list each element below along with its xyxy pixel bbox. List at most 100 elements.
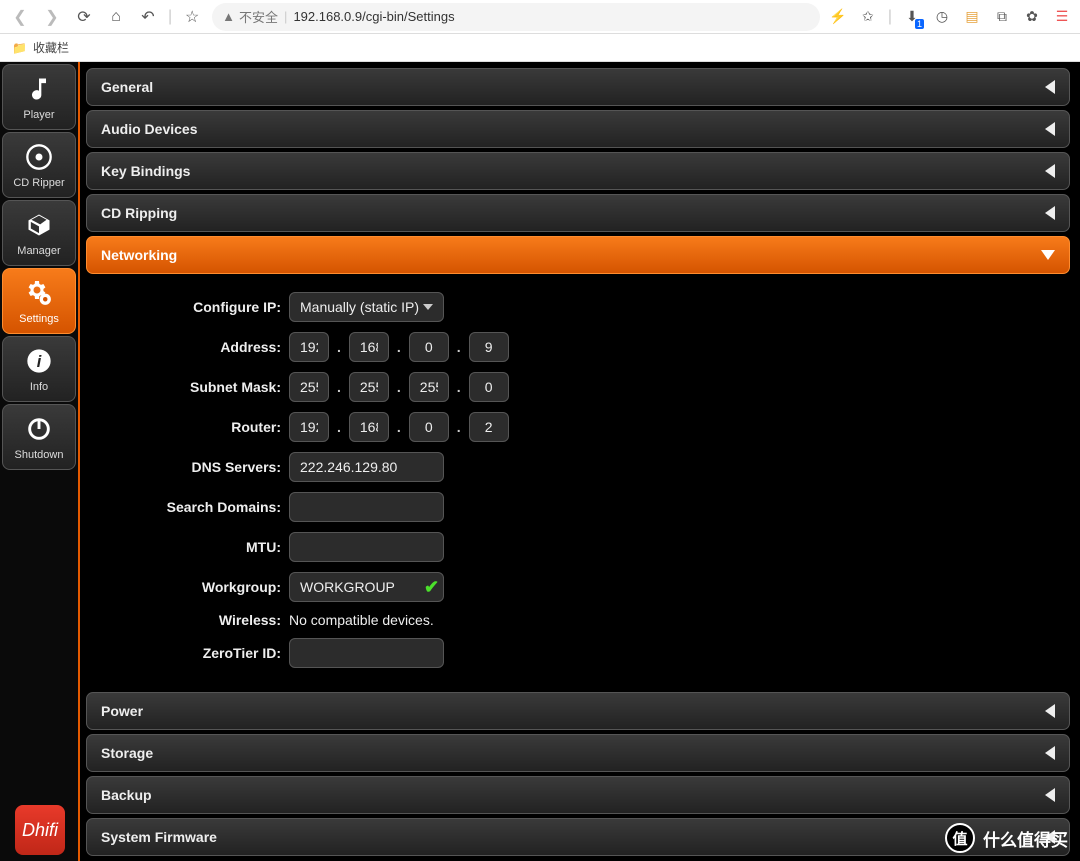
download-icon[interactable]: ⬇1 <box>902 7 922 27</box>
rail-shutdown[interactable]: Shutdown <box>2 404 76 470</box>
address-oct-1[interactable] <box>289 332 329 362</box>
box-icon <box>23 209 55 241</box>
extensions-icon[interactable]: ✿ <box>1022 7 1042 27</box>
undo-nav-button[interactable]: ↶ <box>136 5 160 29</box>
check-icon: ✔ <box>424 577 439 598</box>
reload-button[interactable]: ⟳ <box>72 5 96 29</box>
section-title: Storage <box>101 745 153 761</box>
gear-icon <box>23 277 55 309</box>
section-cd-ripping[interactable]: CD Ripping <box>86 194 1070 232</box>
chevron-down-icon <box>423 304 433 310</box>
rail-manager[interactable]: Manager <box>2 200 76 266</box>
rail-label: CD Ripper <box>13 177 64 189</box>
address-oct-3[interactable] <box>409 332 449 362</box>
section-networking[interactable]: Networking <box>86 236 1070 274</box>
dot-sep: . <box>457 379 461 395</box>
workgroup-label: Workgroup: <box>86 579 281 595</box>
dot-sep: . <box>457 419 461 435</box>
zerotier-label: ZeroTier ID: <box>86 645 281 661</box>
home-button[interactable]: ⌂ <box>104 5 128 29</box>
router-label: Router: <box>86 419 281 435</box>
dot-sep: . <box>337 419 341 435</box>
rail-label: Player <box>23 109 54 121</box>
mtu-label: MTU: <box>86 539 281 555</box>
screenshot-icon[interactable]: ⧉ <box>992 7 1012 27</box>
disc-icon <box>23 141 55 173</box>
rail-info[interactable]: i Info <box>2 336 76 402</box>
section-title: General <box>101 79 153 95</box>
section-system-firmware[interactable]: System Firmware <box>86 818 1070 856</box>
info-icon: i <box>23 345 55 377</box>
search-domains-label: Search Domains: <box>86 499 281 515</box>
subnet-label: Subnet Mask: <box>86 379 281 395</box>
section-title: System Firmware <box>101 829 217 845</box>
bookmarks-bar: 📁 收藏栏 <box>0 34 1080 62</box>
section-storage[interactable]: Storage <box>86 734 1070 772</box>
note-icon[interactable]: ▤ <box>962 7 982 27</box>
subnet-oct-2[interactable] <box>349 372 389 402</box>
section-power[interactable]: Power <box>86 692 1070 730</box>
rail-cd-ripper[interactable]: CD Ripper <box>2 132 76 198</box>
dot-sep: . <box>397 419 401 435</box>
dns-label: DNS Servers: <box>86 459 281 475</box>
favorite-add-icon[interactable]: ✩ <box>858 7 878 27</box>
section-audio-devices[interactable]: Audio Devices <box>86 110 1070 148</box>
subnet-oct-1[interactable] <box>289 372 329 402</box>
rail-label: Shutdown <box>15 449 64 461</box>
configure-ip-label: Configure IP: <box>86 299 281 315</box>
workgroup-input[interactable] <box>289 572 444 602</box>
menu-icon[interactable]: ☰ <box>1052 7 1072 27</box>
collapse-icon <box>1045 164 1055 178</box>
rail-settings[interactable]: Settings <box>2 268 76 334</box>
collapse-icon <box>1045 704 1055 718</box>
mtu-input[interactable] <box>289 532 444 562</box>
address-bar[interactable]: ▲不安全 | 192.168.0.9/cgi-bin/Settings <box>212 3 820 31</box>
watermark: 值 什么值得买 <box>945 823 1068 853</box>
history-icon[interactable]: ◷ <box>932 7 952 27</box>
address-label: Address: <box>86 339 281 355</box>
bookmarks-folder[interactable]: 收藏栏 <box>33 39 69 56</box>
download-count-badge: 1 <box>915 19 924 29</box>
section-general[interactable]: General <box>86 68 1070 106</box>
select-value: Manually (static IP) <box>300 299 419 315</box>
forward-button[interactable]: ❯ <box>40 5 64 29</box>
collapse-icon <box>1045 788 1055 802</box>
networking-form: Configure IP: Manually (static IP) Addre… <box>86 278 1070 688</box>
rail-player[interactable]: Player <box>2 64 76 130</box>
section-backup[interactable]: Backup <box>86 776 1070 814</box>
expand-icon <box>1041 250 1055 260</box>
section-title: CD Ripping <box>101 205 177 221</box>
rail-label: Info <box>30 381 48 393</box>
router-oct-2[interactable] <box>349 412 389 442</box>
watermark-icon: 值 <box>945 823 975 853</box>
back-button[interactable]: ❮ <box>8 5 32 29</box>
address-oct-4[interactable] <box>469 332 509 362</box>
dot-sep: . <box>337 339 341 355</box>
wireless-label: Wireless: <box>86 612 281 628</box>
left-rail: Player CD Ripper Manager Settings i Info… <box>0 62 80 861</box>
music-note-icon <box>23 73 55 105</box>
dot-sep: . <box>337 379 341 395</box>
collapse-icon <box>1045 746 1055 760</box>
collapse-icon <box>1045 206 1055 220</box>
url-text: 192.168.0.9/cgi-bin/Settings <box>293 9 454 24</box>
flash-icon[interactable]: ⚡ <box>828 7 848 27</box>
router-oct-4[interactable] <box>469 412 509 442</box>
section-title: Key Bindings <box>101 163 190 179</box>
dns-input[interactable] <box>289 452 444 482</box>
subnet-oct-3[interactable] <box>409 372 449 402</box>
address-oct-2[interactable] <box>349 332 389 362</box>
dot-sep: . <box>397 379 401 395</box>
section-key-bindings[interactable]: Key Bindings <box>86 152 1070 190</box>
wireless-status: No compatible devices. <box>289 612 434 628</box>
router-oct-1[interactable] <box>289 412 329 442</box>
zerotier-input[interactable] <box>289 638 444 668</box>
router-oct-3[interactable] <box>409 412 449 442</box>
section-title: Audio Devices <box>101 121 197 137</box>
subnet-oct-4[interactable] <box>469 372 509 402</box>
star-button[interactable]: ☆ <box>180 5 204 29</box>
search-domains-input[interactable] <box>289 492 444 522</box>
dot-sep: . <box>457 339 461 355</box>
configure-ip-select[interactable]: Manually (static IP) <box>289 292 444 322</box>
svg-text:i: i <box>37 353 42 371</box>
